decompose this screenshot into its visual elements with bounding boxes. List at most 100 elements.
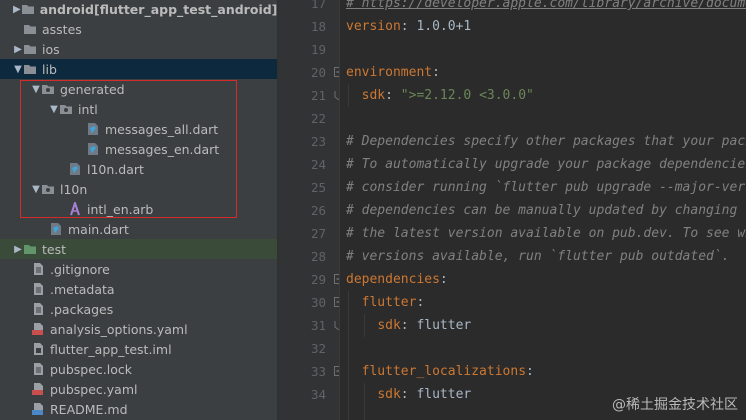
tree-item-asstes[interactable]: asstes	[0, 19, 277, 39]
tree-item-label: .packages	[50, 301, 114, 317]
yaml-value: : flutter	[400, 387, 472, 402]
line-number: 32	[310, 341, 326, 356]
yaml-value: : flutter	[400, 318, 472, 333]
tree-item-label: flutter_app_test.iml	[50, 341, 172, 357]
code-line-34: sdk: flutter	[346, 383, 471, 406]
tree-item-label: pubspec.lock	[50, 361, 133, 377]
tree-item-pubspec-yaml[interactable]: pubspec.yaml	[0, 379, 277, 399]
comment-url[interactable]: # https://developer.apple.com/library/ar…	[346, 0, 746, 11]
tree-item-lib[interactable]: ▼ lib	[0, 59, 277, 79]
yaml-key: environment	[346, 65, 433, 80]
tree-item-label: pubspec.yaml	[50, 381, 138, 397]
tree-item-label: ios	[42, 41, 60, 57]
line-number: 24	[310, 157, 326, 172]
tree-item-label: asstes	[42, 21, 82, 37]
line-number: 34	[310, 387, 326, 402]
tree-item-analysis-options[interactable]: analysis_options.yaml	[0, 319, 277, 339]
yaml-colon: :	[416, 295, 425, 310]
yaml-string: ">=2.12.0 <3.0.0"	[400, 88, 534, 103]
code-line-24: # To automatically upgrade your package …	[346, 157, 746, 172]
tree-item-module: [flutter_app_test_android]	[93, 1, 277, 17]
code-line-30: flutter:	[346, 291, 425, 314]
code-line-21: sdk: ">=2.12.0 <3.0.0"	[346, 84, 534, 107]
file-icon	[31, 302, 45, 316]
file-icon	[31, 262, 45, 276]
line-number: 25	[310, 180, 326, 195]
watermark: @稀土掘金技术社区	[612, 394, 738, 414]
yaml-key: flutter	[361, 295, 417, 310]
expand-arrow-icon[interactable]: ▶	[13, 44, 23, 55]
yaml-key: dependencies	[346, 272, 440, 287]
yaml-file-icon	[31, 322, 45, 336]
file-icon	[31, 282, 45, 296]
tree-item-ios[interactable]: ▶ ios	[0, 39, 277, 59]
tree-item-label: lib	[42, 61, 57, 77]
expand-arrow-icon[interactable]: ▶	[13, 4, 21, 15]
code-line-27: # the latest version available on pub.de…	[346, 226, 746, 241]
tree-item-pubspec-lock[interactable]: pubspec.lock	[0, 359, 277, 379]
tree-item-label: .gitignore	[50, 261, 110, 277]
file-icon	[31, 362, 45, 376]
expand-arrow-icon[interactable]: ▶	[13, 244, 23, 255]
line-number: 22	[310, 111, 326, 126]
folder-icon	[21, 2, 35, 16]
folder-icon	[23, 42, 37, 56]
tree-item-gitignore[interactable]: .gitignore	[0, 259, 277, 279]
yaml-value: : 1.0.0+1	[400, 19, 472, 34]
tree-item-label: analysis_options.yaml	[50, 321, 188, 337]
yaml-key: sdk	[377, 387, 401, 402]
tree-item-label: .metadata	[50, 281, 115, 297]
yaml-key: sdk	[377, 318, 401, 333]
md-file-icon	[31, 402, 45, 416]
tree-item-readme[interactable]: README.md	[0, 399, 277, 419]
yaml-key: sdk	[361, 88, 386, 103]
dart-file-icon	[49, 222, 63, 236]
tree-item-packages[interactable]: .packages	[0, 299, 277, 319]
tree-item-label: test	[42, 241, 67, 257]
tree-item-label: main.dart	[68, 221, 129, 237]
code-line-28: # versions available, run `flutter pub o…	[346, 249, 730, 264]
tree-item-android[interactable]: ▶ android [flutter_app_test_android]	[0, 0, 277, 19]
yaml-key: version	[346, 19, 401, 34]
code-line-33: flutter_localizations:	[346, 360, 534, 383]
line-number: 28	[310, 249, 326, 264]
project-tree: ▶ android [flutter_app_test_android] ass…	[0, 0, 277, 420]
tree-item-test[interactable]: ▶ test	[0, 239, 277, 259]
code-line-25: # consider running `flutter pub upgrade …	[346, 180, 746, 195]
collapse-arrow-icon[interactable]: ▼	[13, 64, 23, 75]
line-number: 30	[310, 295, 326, 310]
iml-file-icon	[31, 342, 45, 356]
line-number: 23	[310, 134, 326, 149]
line-number: 17	[310, 0, 326, 11]
tree-item-metadata[interactable]: .metadata	[0, 279, 277, 299]
line-number: 21	[310, 88, 326, 103]
yaml-key: flutter_localizations	[361, 364, 527, 379]
tree-item-iml[interactable]: flutter_app_test.iml	[0, 339, 277, 359]
code-editor[interactable]: # https://developer.apple.com/library/ar…	[340, 0, 746, 420]
folder-icon	[23, 62, 37, 76]
code-line-23: # Dependencies specify other packages th…	[346, 134, 746, 149]
line-number: 29	[310, 272, 326, 287]
code-line-29: dependencies:	[346, 268, 448, 291]
yaml-colon: :	[439, 272, 448, 287]
yaml-file-icon	[31, 382, 45, 396]
folder-icon	[23, 242, 37, 256]
code-line-18: version: 1.0.0+1	[346, 15, 471, 38]
yaml-colon: :	[385, 88, 401, 103]
line-number: 33	[310, 364, 326, 379]
folder-icon	[23, 22, 37, 36]
line-number: 19	[310, 42, 326, 57]
yaml-colon: :	[432, 65, 440, 80]
code-line-26: # dependencies can be manually updated b…	[346, 203, 746, 218]
line-number-gutter: 17 18 19 20 21 22 23 24 25 26 27 28 29 3…	[279, 0, 340, 420]
yaml-colon: :	[526, 364, 534, 379]
tree-item-label: README.md	[50, 401, 128, 417]
code-line-31: sdk: flutter	[346, 314, 471, 337]
tree-item-main-dart[interactable]: main.dart	[0, 219, 277, 239]
tree-item-label: android	[39, 1, 94, 17]
highlight-box	[20, 80, 237, 218]
watermark-text: @稀土掘金技术社区	[612, 397, 738, 413]
line-number: 26	[310, 203, 326, 218]
line-number: 20	[310, 65, 326, 80]
line-number: 27	[310, 226, 326, 241]
